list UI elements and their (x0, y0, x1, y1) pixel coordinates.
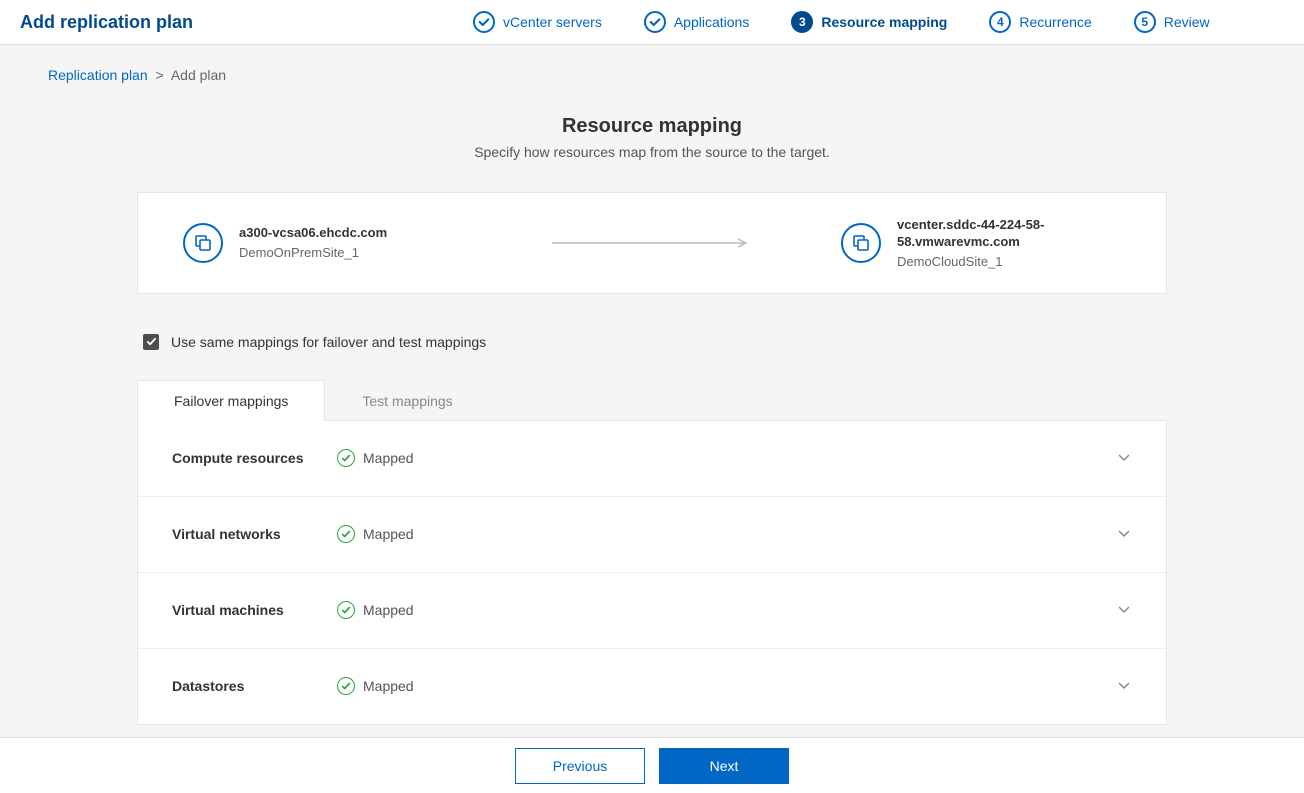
step-resource-mapping[interactable]: 3 Resource mapping (791, 11, 947, 33)
target-site-name: vcenter.sddc-44-224-58-58.vmwarevmc.com (897, 217, 1121, 251)
wizard-header: Add replication plan vCenter servers App… (0, 0, 1304, 45)
wizard-steps: vCenter servers Applications 3 Resource … (473, 11, 1210, 33)
source-site: a300-vcsa06.ehcdc.com DemoOnPremSite_1 (183, 223, 463, 263)
checkbox-icon[interactable] (143, 334, 159, 350)
step-vcenter-servers[interactable]: vCenter servers (473, 11, 602, 33)
breadcrumb: Replication plan > Add plan (24, 45, 1280, 93)
status-text: Mapped (363, 678, 414, 694)
mapping-status: Mapped (337, 601, 1116, 619)
main-content: Replication plan > Add plan Resource map… (0, 45, 1304, 737)
step-number-icon: 3 (791, 11, 813, 33)
breadcrumb-current: Add plan (171, 67, 226, 83)
step-label: Resource mapping (821, 14, 947, 30)
next-button[interactable]: Next (659, 748, 789, 784)
step-label: Applications (674, 14, 750, 30)
checkbox-label: Use same mappings for failover and test … (171, 334, 486, 350)
tab-panel-failover: Compute resources Mapped Virtual network… (137, 420, 1167, 725)
source-site-label: DemoOnPremSite_1 (239, 245, 387, 260)
mapping-label: Virtual networks (172, 526, 337, 542)
mapping-row-virtual-machines[interactable]: Virtual machines Mapped (138, 573, 1166, 649)
check-icon (337, 525, 355, 543)
step-number-icon: 4 (989, 11, 1011, 33)
mappings-tabs: Failover mappings Test mappings Compute … (137, 380, 1167, 725)
step-number-icon: 5 (1134, 11, 1156, 33)
mapping-label: Virtual machines (172, 602, 337, 618)
mapping-sites-card: a300-vcsa06.ehcdc.com DemoOnPremSite_1 v… (137, 192, 1167, 294)
target-site-label: DemoCloudSite_1 (897, 254, 1121, 269)
check-icon (337, 449, 355, 467)
status-text: Mapped (363, 602, 414, 618)
mapping-label: Compute resources (172, 450, 337, 466)
mapping-status: Mapped (337, 525, 1116, 543)
mapping-row-virtual-networks[interactable]: Virtual networks Mapped (138, 497, 1166, 573)
same-mappings-checkbox-row[interactable]: Use same mappings for failover and test … (137, 334, 1167, 350)
check-icon (473, 11, 495, 33)
chevron-down-icon (1116, 677, 1132, 696)
check-icon (337, 677, 355, 695)
step-applications[interactable]: Applications (644, 11, 750, 33)
step-recurrence[interactable]: 4 Recurrence (989, 11, 1091, 33)
step-label: Review (1164, 14, 1210, 30)
vcenter-icon (183, 223, 223, 263)
mapping-status: Mapped (337, 449, 1116, 467)
step-label: Recurrence (1019, 14, 1091, 30)
wizard-footer: Previous Next (0, 737, 1304, 793)
check-icon (644, 11, 666, 33)
wizard-title: Add replication plan (20, 12, 193, 33)
previous-button[interactable]: Previous (515, 748, 645, 784)
status-text: Mapped (363, 450, 414, 466)
page-title: Resource mapping (24, 115, 1280, 138)
tab-test-mappings[interactable]: Test mappings (325, 380, 489, 421)
tab-failover-mappings[interactable]: Failover mappings (137, 380, 325, 421)
mapping-row-datastores[interactable]: Datastores Mapped (138, 649, 1166, 724)
step-label: vCenter servers (503, 14, 602, 30)
mapping-label: Datastores (172, 678, 337, 694)
status-text: Mapped (363, 526, 414, 542)
vcenter-icon (841, 223, 881, 263)
breadcrumb-parent-link[interactable]: Replication plan (48, 67, 148, 83)
step-review[interactable]: 5 Review (1134, 11, 1210, 33)
breadcrumb-separator: > (156, 67, 164, 83)
mapping-status: Mapped (337, 677, 1116, 695)
chevron-down-icon (1116, 525, 1132, 544)
chevron-down-icon (1116, 601, 1132, 620)
target-site: vcenter.sddc-44-224-58-58.vmwarevmc.com … (841, 217, 1121, 269)
arrow-icon (463, 238, 841, 248)
mapping-row-compute-resources[interactable]: Compute resources Mapped (138, 421, 1166, 497)
page-subtitle: Specify how resources map from the sourc… (24, 144, 1280, 160)
source-site-name: a300-vcsa06.ehcdc.com (239, 225, 387, 242)
check-icon (337, 601, 355, 619)
chevron-down-icon (1116, 449, 1132, 468)
